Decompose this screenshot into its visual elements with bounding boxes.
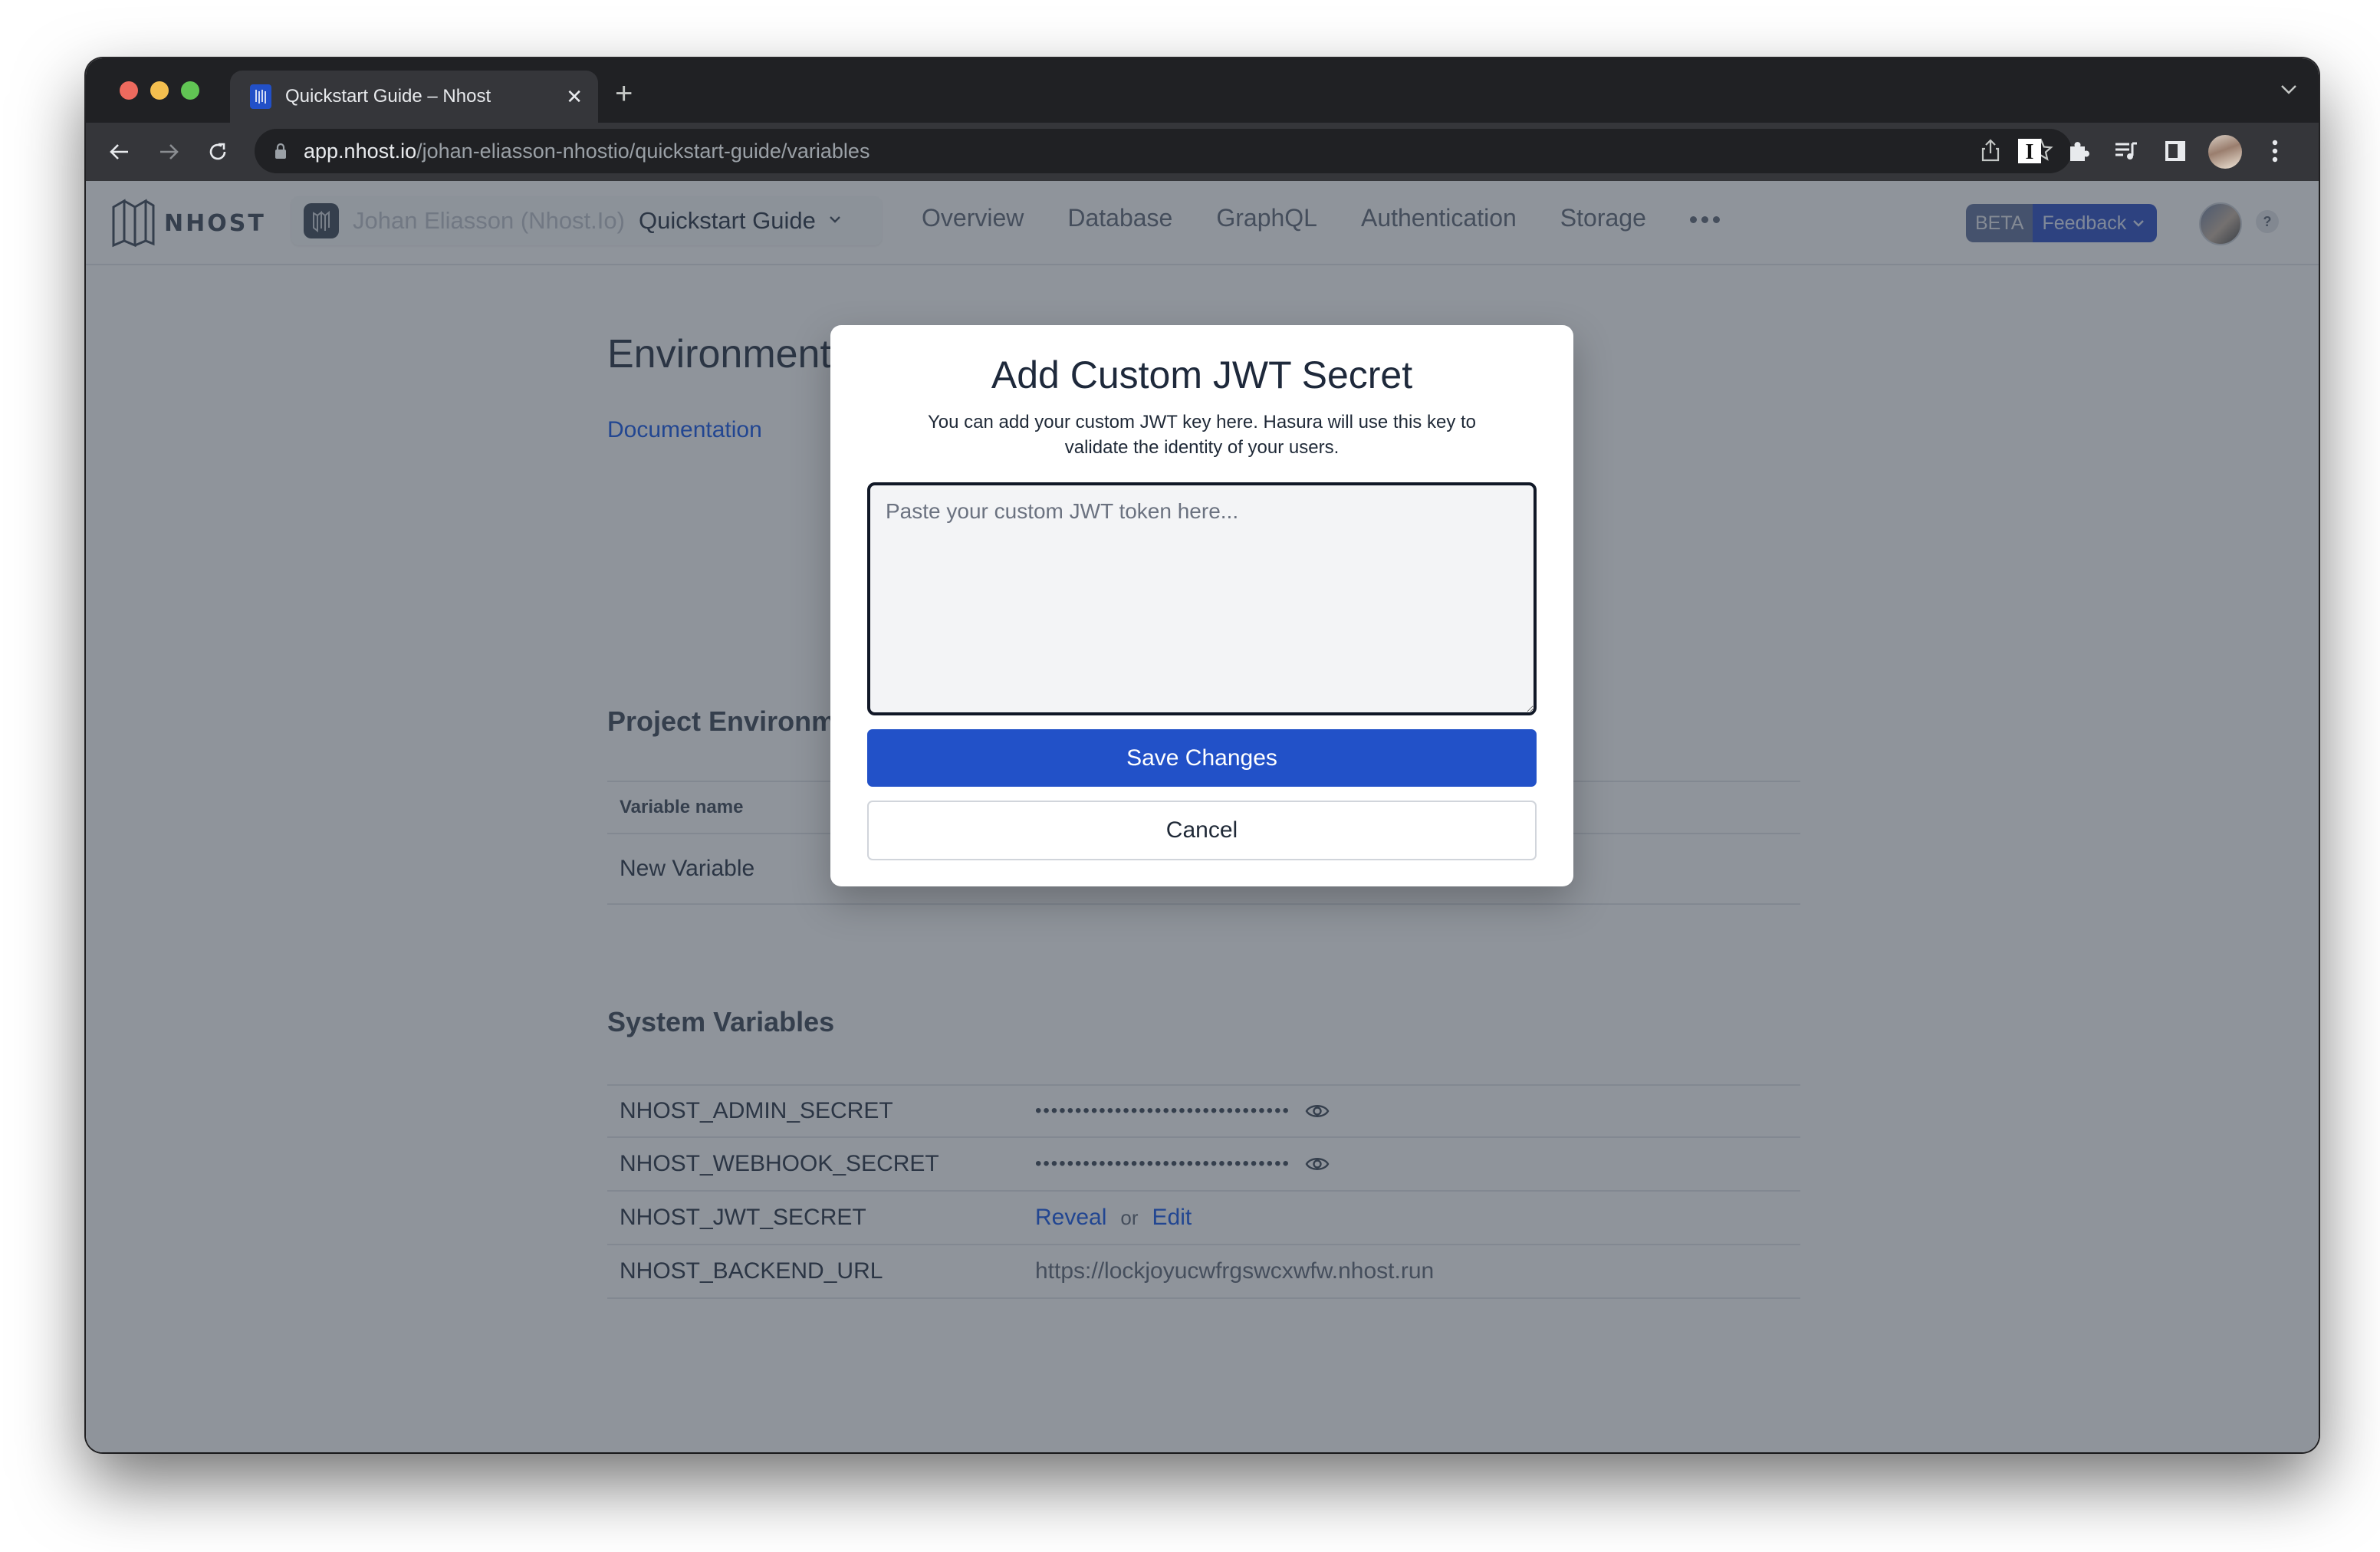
kebab-menu-icon[interactable] <box>2259 135 2291 167</box>
browser-tab-active[interactable]: Quickstart Guide – Nhost ✕ <box>230 71 598 123</box>
tab-title: Quickstart Guide – Nhost <box>285 86 491 107</box>
media-control-icon[interactable] <box>2110 135 2142 167</box>
profile-avatar[interactable] <box>2208 135 2242 169</box>
reload-icon[interactable] <box>204 138 232 166</box>
tab-strip: Quickstart Guide – Nhost ✕ + <box>86 58 2319 123</box>
browser-window: Quickstart Guide – Nhost ✕ + app.nhost.i… <box>86 58 2319 1452</box>
modal-title: Add Custom JWT Secret <box>991 353 1413 396</box>
browser-toolbar: app.nhost.io/johan-eliasson-nhostio/quic… <box>86 123 2319 181</box>
add-jwt-secret-modal: Add Custom JWT Secret You can add your c… <box>830 325 1573 886</box>
save-changes-button[interactable]: Save Changes <box>867 729 1537 787</box>
back-icon[interactable] <box>106 138 133 166</box>
jwt-secret-input[interactable] <box>867 482 1537 715</box>
svg-text:I: I <box>2026 140 2034 163</box>
tab-close-icon[interactable]: ✕ <box>566 87 583 107</box>
modal-description: You can add your custom JWT key here. Ha… <box>928 412 1476 458</box>
lock-icon[interactable] <box>274 143 287 159</box>
new-tab-button[interactable]: + <box>615 78 633 109</box>
zoom-window-button[interactable] <box>181 81 199 100</box>
cancel-button[interactable]: Cancel <box>867 801 1537 860</box>
close-window-button[interactable] <box>120 81 138 100</box>
tab-search-chevron-icon[interactable] <box>2280 84 2297 99</box>
address-bar[interactable]: app.nhost.io/johan-eliasson-nhostio/quic… <box>255 129 2072 173</box>
instapaper-extension-icon[interactable]: I <box>2013 135 2046 167</box>
minimize-window-button[interactable] <box>150 81 169 100</box>
nhost-favicon-icon <box>250 84 271 109</box>
forward-icon[interactable] <box>155 138 182 166</box>
share-icon[interactable] <box>1980 138 2001 166</box>
url-text[interactable]: app.nhost.io/johan-eliasson-nhostio/quic… <box>304 140 869 163</box>
side-panel-icon[interactable] <box>2159 135 2191 167</box>
extensions-puzzle-icon[interactable] <box>2063 135 2095 167</box>
app-viewport: NHOST Johan Eliasson (Nhost.Io) Quicksta… <box>86 181 2319 1452</box>
